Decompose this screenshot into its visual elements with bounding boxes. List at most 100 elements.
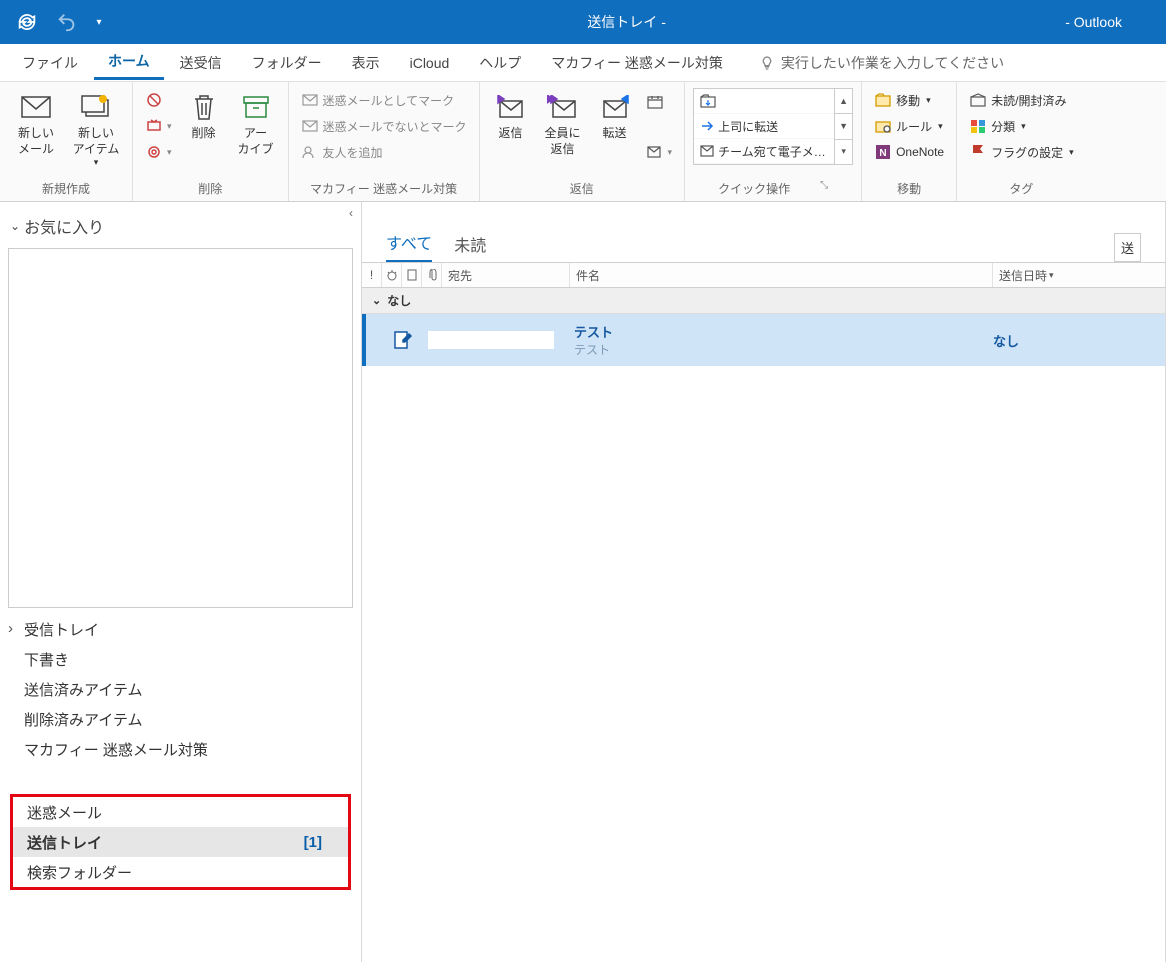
col-attach-icon[interactable] bbox=[422, 263, 442, 287]
group-tag: 未読/開封済み 分類▾ フラグの設定▾ タグ bbox=[957, 82, 1086, 201]
quickstep-down-icon[interactable]: ▼ bbox=[835, 114, 852, 139]
junk-icon bbox=[145, 143, 163, 161]
tab-sendreceive[interactable]: 送受信 bbox=[166, 47, 236, 79]
junk-button[interactable]: ▾ bbox=[141, 140, 176, 164]
folder-drafts[interactable]: 下書き bbox=[0, 644, 361, 674]
more-reply-button[interactable]: ▾ bbox=[642, 140, 677, 164]
collapse-nav-icon[interactable]: ‹ bbox=[345, 202, 357, 224]
quickstep-move[interactable] bbox=[694, 89, 834, 114]
col-to[interactable]: 宛先 bbox=[442, 263, 570, 287]
ignore-icon bbox=[145, 91, 163, 109]
group-none-row[interactable]: ⌄ なし bbox=[362, 288, 1165, 314]
col-icon-icon[interactable] bbox=[402, 263, 422, 287]
flag-button[interactable]: フラグの設定▾ bbox=[965, 140, 1078, 164]
add-friend-button[interactable]: 友人を追加 bbox=[297, 140, 471, 164]
favorites-header[interactable]: ⌄ お気に入り bbox=[0, 202, 361, 244]
meeting-button[interactable] bbox=[642, 90, 677, 114]
quick-access-toolbar: ▾ bbox=[4, 5, 108, 39]
group-quickstep-label: クイック操作⤡ bbox=[693, 176, 853, 201]
quickstep-gallery[interactable]: 上司に転送 チーム宛て電子メ… ▲ ▼ ▾ bbox=[693, 88, 853, 165]
onenote-button[interactable]: NOneNote bbox=[870, 140, 948, 164]
categories-icon bbox=[969, 117, 987, 135]
navigation-pane: ‹ ⌄ お気に入り 受信トレイ 下書き 送信済みアイテム 削除済みアイテム マカ… bbox=[0, 202, 362, 962]
move-button[interactable]: 移動▾ bbox=[870, 88, 948, 112]
mail-to bbox=[428, 331, 574, 349]
archive-icon bbox=[239, 90, 273, 124]
flag-icon bbox=[969, 143, 987, 161]
ribbon-tabs: ファイル ホーム 送受信 フォルダー 表示 iCloud ヘルプ マカフィー 迷… bbox=[0, 44, 1166, 82]
tab-help[interactable]: ヘルプ bbox=[465, 47, 535, 79]
folder-sent[interactable]: 送信済みアイテム bbox=[0, 674, 361, 704]
folder-deleted[interactable]: 削除済みアイテム bbox=[0, 704, 361, 734]
mail-row-1[interactable]: テスト テスト なし bbox=[362, 314, 1165, 366]
send-button[interactable]: 送 bbox=[1114, 233, 1141, 262]
group-move-label: 移動 bbox=[870, 176, 948, 201]
group-new-label: 新規作成 bbox=[8, 176, 124, 201]
filter-unread[interactable]: 未読 bbox=[454, 232, 486, 262]
quickstep-fwd-boss[interactable]: 上司に転送 bbox=[694, 114, 834, 139]
qat-dropdown-icon[interactable]: ▾ bbox=[90, 5, 108, 39]
tab-mcafee[interactable]: マカフィー 迷惑メール対策 bbox=[537, 47, 737, 79]
mark-not-junk-button[interactable]: 迷惑メールでないとマーク bbox=[297, 114, 471, 138]
folder-junk[interactable]: 迷惑メール bbox=[13, 797, 348, 827]
tab-folder[interactable]: フォルダー bbox=[238, 47, 336, 79]
sync-icon[interactable] bbox=[10, 5, 44, 39]
reply-all-button[interactable]: 全員に 返信 bbox=[538, 86, 588, 161]
mail-date: なし bbox=[993, 331, 1153, 350]
filter-tabs: すべて 未読 送 bbox=[362, 202, 1165, 262]
tab-view[interactable]: 表示 bbox=[338, 47, 394, 79]
filter-all[interactable]: すべて bbox=[386, 230, 432, 262]
group-delete: ▾ ▾ 削除 アー カイブ 削除 bbox=[133, 82, 289, 201]
app-name: - Outlook bbox=[1065, 14, 1162, 30]
envelope-open-icon bbox=[969, 91, 987, 109]
mark-junk-button[interactable]: 迷惑メールとしてマーク bbox=[297, 88, 471, 112]
new-mail-button[interactable]: 新しい メール bbox=[8, 86, 64, 161]
onenote-icon: N bbox=[874, 143, 892, 161]
tab-icloud[interactable]: iCloud bbox=[396, 49, 464, 77]
folder-list: 受信トレイ 下書き 送信済みアイテム 削除済みアイテム マカフィー 迷惑メール対… bbox=[0, 612, 361, 926]
folder-mcafee[interactable]: マカフィー 迷惑メール対策 bbox=[0, 734, 361, 764]
quickstep-up-icon[interactable]: ▲ bbox=[835, 89, 852, 114]
mail-list-pane: すべて 未読 送 ! 宛先 件名 送信日時▾ ⌄ なし テスト テスト bbox=[362, 202, 1166, 962]
tab-file[interactable]: ファイル bbox=[8, 47, 92, 79]
body-area: ‹ ⌄ お気に入り 受信トレイ 下書き 送信済みアイテム 削除済みアイテム マカ… bbox=[0, 202, 1166, 962]
undo-icon[interactable] bbox=[50, 5, 84, 39]
window-title: 送信トレイ - bbox=[108, 12, 1065, 32]
unread-button[interactable]: 未読/開封済み bbox=[965, 88, 1078, 112]
archive-button[interactable]: アー カイブ bbox=[232, 86, 280, 161]
folder-search[interactable]: 検索フォルダー bbox=[13, 857, 348, 887]
tell-me-search[interactable]: 実行したい作業を入力してください bbox=[759, 53, 1004, 73]
reply-button[interactable]: 返信 bbox=[488, 86, 534, 146]
folder-redacted[interactable] bbox=[0, 764, 361, 794]
reply-icon bbox=[494, 90, 528, 124]
group-new: 新しい メール 新しい アイテム▾ 新規作成 bbox=[0, 82, 133, 201]
quickstep-team-mail[interactable]: チーム宛て電子メ… bbox=[694, 139, 834, 164]
tab-home[interactable]: ホーム bbox=[94, 45, 164, 80]
favorites-box bbox=[8, 248, 353, 608]
new-items-button[interactable]: 新しい アイテム▾ bbox=[68, 86, 124, 173]
delete-button[interactable]: 削除 bbox=[180, 86, 228, 146]
tell-me-placeholder: 実行したい作業を入力してください bbox=[781, 53, 1004, 73]
meeting-icon bbox=[646, 93, 664, 111]
cleanup-button[interactable]: ▾ bbox=[141, 114, 176, 138]
move-folder-icon bbox=[700, 94, 716, 108]
col-subject[interactable]: 件名 bbox=[570, 263, 993, 287]
rules-button[interactable]: ルール▾ bbox=[870, 114, 948, 138]
folder-outbox[interactable]: 送信トレイ[1] bbox=[13, 827, 348, 857]
group-move: 移動▾ ルール▾ NOneNote 移動 bbox=[862, 82, 957, 201]
reply-all-icon bbox=[546, 90, 580, 124]
categorize-button[interactable]: 分類▾ bbox=[965, 114, 1078, 138]
folder-inbox[interactable]: 受信トレイ bbox=[0, 614, 361, 644]
svg-text:N: N bbox=[879, 148, 886, 159]
forward-icon bbox=[598, 90, 632, 124]
forward-button[interactable]: 転送 bbox=[592, 86, 638, 146]
col-reminder-icon[interactable] bbox=[382, 263, 402, 287]
folder-redacted-2[interactable] bbox=[0, 894, 361, 924]
group-reply-label: 返信 bbox=[488, 176, 677, 201]
quickstep-expand-icon[interactable]: ▾ bbox=[835, 140, 852, 164]
col-importance-icon[interactable]: ! bbox=[362, 263, 382, 287]
col-sent[interactable]: 送信日時▾ bbox=[993, 263, 1165, 287]
ignore-button[interactable] bbox=[141, 88, 176, 112]
group-tag-label: タグ bbox=[965, 176, 1078, 201]
group-mcafee-label: マカフィー 迷惑メール対策 bbox=[297, 176, 471, 201]
